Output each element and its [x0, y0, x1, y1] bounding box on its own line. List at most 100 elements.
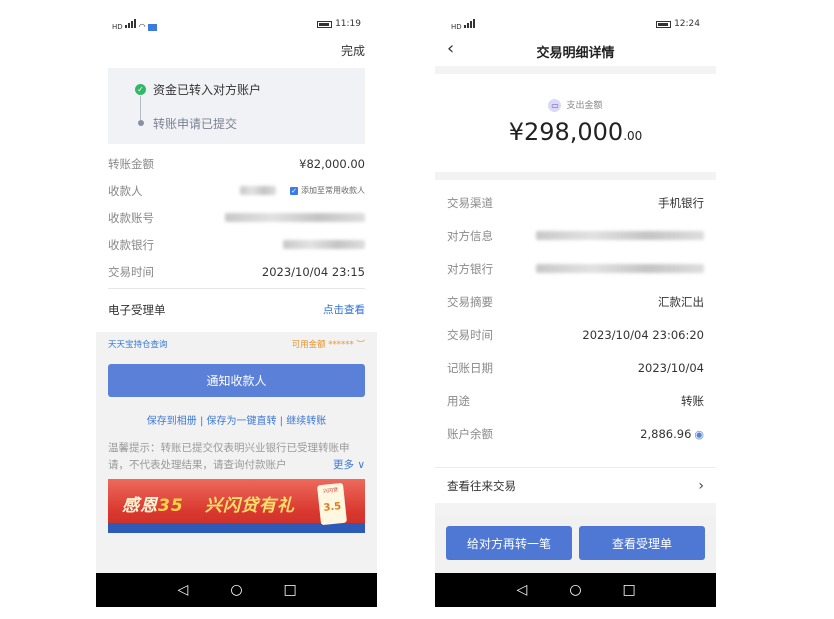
wallet-icon: ▭ [548, 99, 562, 112]
row-label: 收款银行 [108, 237, 154, 252]
more-link[interactable]: 更多 ∨ [312, 457, 365, 472]
battery-icon [656, 20, 672, 28]
blurred-account-number [225, 213, 365, 222]
row-value: ¥82,000.00 [299, 156, 365, 171]
more-label: 更多 [332, 459, 354, 471]
detail-row-posting-date: 记账日期 2023/10/04 [447, 351, 704, 384]
system-nav-bar: ◁ ○ □ [435, 573, 716, 607]
step-submitted: 转账申请已提交 [153, 117, 238, 131]
row-value: 2023/10/04 [637, 360, 704, 375]
amount-decimal: .00 [623, 129, 643, 143]
status-time: 12:24 [674, 19, 700, 29]
banner-text-loan: 兴闪贷有礼 [205, 496, 295, 516]
status-time: 11:19 [335, 19, 361, 29]
receipt-label: 电子受理单 [108, 302, 166, 317]
amount-main: ¥298,000 [508, 118, 624, 146]
chevron-down-icon: ∨ [357, 459, 365, 471]
nav-home-icon[interactable]: ○ [226, 582, 246, 598]
row-label: 收款人 [108, 183, 143, 198]
row-value: 汇款汇出 [658, 294, 704, 309]
row-label: 账户余额 [447, 426, 493, 441]
blurred-bank-name [283, 240, 365, 249]
header: ‹ 交易明细详情 [435, 36, 716, 66]
transaction-details: 交易渠道 手机银行 对方信息 对方银行 交易摘要 汇款汇出 交易时间 2023/… [435, 180, 716, 467]
row-label: 对方信息 [447, 228, 493, 243]
transfer-progress: ✓ 资金已转入对方账户 转账申请已提交 [108, 68, 365, 144]
card-label: 兴闪贷 [322, 487, 339, 495]
row-value: 手机银行 [658, 195, 704, 210]
eye-closed-icon: ︶ [356, 340, 365, 350]
available-text: 可用金额 ****** [291, 340, 357, 350]
nav-back-icon[interactable]: ◁ [173, 582, 193, 598]
view-receipt-button[interactable]: 查看受理单 [579, 526, 705, 560]
detail-row-purpose: 用途 转账 [447, 384, 704, 417]
detail-row-balance: 账户余额 2,886.96 ◉ [447, 417, 704, 450]
transfer-details: ✓ 资金已转入对方账户 转账申请已提交 转账金额 ¥82,000.00 收款人 … [96, 66, 377, 332]
row-label: 交易时间 [447, 327, 493, 342]
eye-icon[interactable]: ◉ [694, 428, 704, 441]
detail-row-bank: 收款银行 [108, 231, 365, 258]
checkbox-icon: ✓ [290, 186, 298, 195]
banner-text-thanks: 感恩35 [122, 491, 184, 516]
detail-row-payee: 收款人 ✓ 添加至常用收款人 [108, 177, 365, 204]
row-label: 收款账号 [108, 210, 154, 225]
nav-home-icon[interactable]: ○ [565, 582, 585, 598]
chevron-right-icon: › [698, 477, 704, 494]
phone-transfer-result: HD ◠ 11:19 完成 ✓ 资金已转入对方账户 转账申请已提交 转账金额 ¥… [96, 0, 377, 607]
step-funds-transferred: 资金已转入对方账户 [153, 83, 262, 97]
banner-thanks: 感恩 [122, 496, 158, 516]
done-button[interactable]: 完成 [341, 42, 365, 59]
detail-row-time: 交易时间 2023/10/04 23:06:20 [447, 318, 704, 351]
row-label: 转账金额 [108, 156, 154, 171]
amount-card: ▭ 支出金额 ¥298,000.00 [435, 74, 716, 172]
step-dot [138, 120, 144, 126]
row-label: 交易渠道 [447, 195, 493, 210]
row-value: 2,886.96 [640, 426, 692, 441]
history-label: 查看往来交易 [447, 478, 516, 493]
system-nav-bar: ◁ ○ □ [96, 573, 377, 607]
row-label: 交易时间 [108, 264, 154, 279]
progress-line [140, 96, 141, 120]
detail-row-time: 交易时间 2023/10/04 23:15 [108, 258, 365, 285]
detail-row-counterparty-bank: 对方银行 [447, 252, 704, 285]
card-number: 3.5 [322, 501, 342, 514]
action-bar: 给对方再转一笔 查看受理单 [435, 516, 716, 573]
check-icon: ✓ [135, 84, 146, 95]
banner-card: 兴闪贷 3.5 [316, 482, 348, 526]
row-label: 用途 [447, 393, 470, 408]
nav-back-icon[interactable]: ◁ [512, 582, 532, 598]
row-value: 2023/10/04 23:06:20 [582, 327, 704, 342]
row-label: 记账日期 [447, 360, 493, 375]
add-payee-checkbox[interactable]: ✓ 添加至常用收款人 [290, 185, 365, 196]
blurred-payee-name [240, 186, 276, 195]
checkbox-label: 添加至常用收款人 [301, 186, 365, 195]
amount-label-row: ▭ 支出金额 [435, 98, 716, 112]
detail-row-channel: 交易渠道 手机银行 [447, 186, 704, 219]
blurred-counterparty-bank [536, 264, 704, 273]
view-history-row[interactable]: 查看往来交易 › [435, 467, 716, 503]
action-links[interactable]: 保存到相册 | 保存为一键直转 | 继续转账 [96, 412, 377, 427]
detail-row-counterparty: 对方信息 [447, 219, 704, 252]
phone-transaction-detail: HD 12:24 ‹ 交易明细详情 ▭ 支出金额 ¥298,000.00 交易渠道… [435, 0, 716, 607]
row-label: 交易摘要 [447, 294, 493, 309]
available-balance[interactable]: 可用金额 ****** ︶ [292, 338, 365, 350]
signal-icon: HD ◠ [112, 19, 157, 31]
divider [108, 288, 365, 289]
row-value: 2023/10/04 23:15 [261, 264, 365, 279]
page-title: 交易明细详情 [536, 46, 615, 61]
detail-row-account: 收款账号 [108, 204, 365, 231]
amount-value: ¥298,000.00 [435, 118, 716, 146]
banner-number: 35 [158, 496, 184, 516]
row-label: 对方银行 [447, 261, 493, 276]
battery-icon [317, 20, 333, 28]
nav-recent-icon[interactable]: □ [619, 582, 639, 598]
fund-query-link[interactable]: 天天宝持仓查询 [108, 338, 168, 350]
view-receipt-link[interactable]: 点击查看 [323, 302, 365, 317]
detail-row-amount: 转账金额 ¥82,000.00 [108, 150, 365, 177]
notify-payee-button[interactable]: 通知收款人 [108, 364, 365, 397]
receipt-row[interactable]: 电子受理单 点击查看 [108, 296, 365, 323]
detail-row-summary: 交易摘要 汇款汇出 [447, 285, 704, 318]
promo-banner[interactable]: 感恩35 兴闪贷有礼 兴闪贷 3.5 [108, 479, 365, 533]
nav-recent-icon[interactable]: □ [280, 582, 300, 598]
transfer-again-button[interactable]: 给对方再转一笔 [446, 526, 572, 560]
